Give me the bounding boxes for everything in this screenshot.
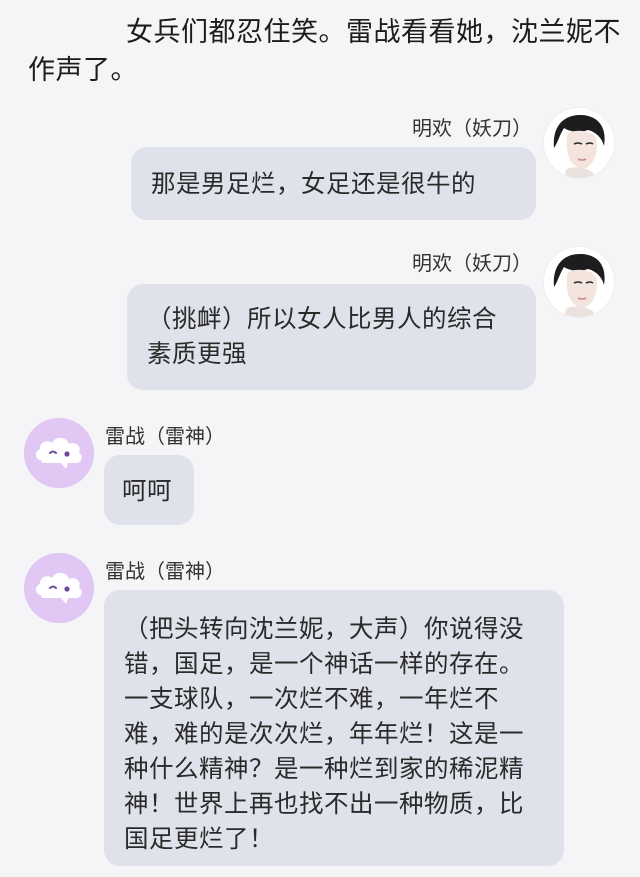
narration-text: 女兵们都忍住笑。雷战看看她，沈兰妮不作声了。	[28, 17, 621, 86]
message-bubble: 呵呵	[104, 455, 194, 525]
sender-name: 雷战（雷神）	[105, 559, 225, 583]
cloud-face-icon	[24, 553, 94, 623]
girl-photo-avatar[interactable]	[544, 108, 614, 178]
sender-name: 明欢（妖刀）	[412, 251, 532, 275]
cloud-face-avatar[interactable]	[24, 418, 94, 488]
message-bubble: （把头转向沈兰妮，大声）你说得没错，国足，是一个神话一样的存在。一支球队，一次烂…	[104, 590, 564, 866]
sender-name: 明欢（妖刀）	[412, 116, 532, 140]
chat-screen: { "narration": "女兵们都忍住笑。雷战看看她，沈兰妮不作声了。",…	[0, 0, 640, 877]
portrait-icon	[544, 247, 614, 317]
cloud-face-avatar[interactable]	[24, 553, 94, 623]
cloud-face-icon	[24, 418, 94, 488]
girl-photo-avatar[interactable]	[544, 247, 614, 317]
message-bubble: 那是男足烂，女足还是很牛的	[131, 147, 536, 220]
portrait-icon	[544, 108, 614, 178]
message-bubble: （挑衅）所以女人比男人的综合素质更强	[127, 284, 536, 390]
sender-name: 雷战（雷神）	[105, 424, 225, 448]
